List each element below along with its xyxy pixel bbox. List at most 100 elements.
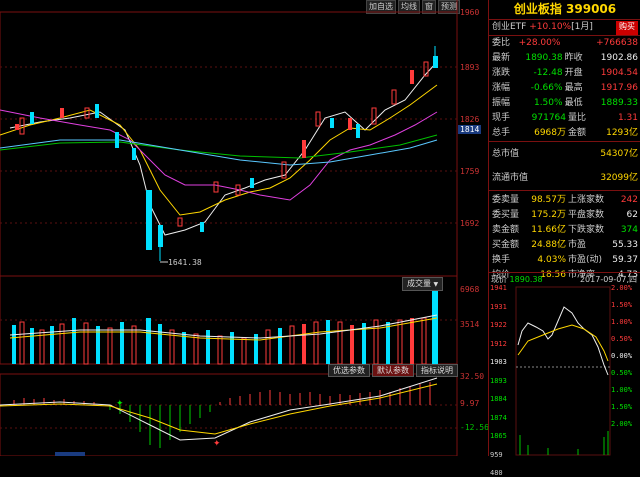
quote-label xyxy=(562,36,596,51)
candle xyxy=(410,70,414,84)
quote-label: 量比 xyxy=(568,113,587,123)
market-label: 委买量 xyxy=(492,210,520,220)
tab-optimal-params[interactable]: 优选参数 xyxy=(328,364,370,377)
market-row: 卖金额 11.66亿 下跌家数 374 xyxy=(489,223,640,238)
candle xyxy=(177,217,183,227)
candle xyxy=(115,132,119,148)
quote-label: 涨跌 xyxy=(492,68,511,78)
quote-label: 委比 xyxy=(492,38,511,48)
candle xyxy=(60,108,64,118)
ma10-line xyxy=(0,84,438,216)
intraday-axis-label: 1865 xyxy=(490,432,507,440)
tab-indicator-help[interactable]: 指标说明 xyxy=(416,364,458,377)
macd-cross-icon: ✦ xyxy=(116,399,124,409)
etf-change: +10.10% xyxy=(529,22,572,32)
candle xyxy=(356,124,360,138)
intraday-axis-label: 1884 xyxy=(490,395,507,403)
candle xyxy=(250,178,254,188)
macd-axis-label: -12.56 xyxy=(460,423,489,432)
quote-row: 振幅 1.50% 最低 1889.33 xyxy=(489,96,640,111)
candle xyxy=(15,124,19,130)
kline-axis-label: 1893 xyxy=(460,63,480,72)
quote-label: 最新 xyxy=(492,53,511,63)
volume-axis-label: 6968 xyxy=(460,285,480,294)
intraday-axis-label: 1922 xyxy=(490,321,507,329)
quote-row: 现手 971764 量比 1.31 xyxy=(489,111,640,126)
low-annotation: 1641.38 xyxy=(168,258,202,267)
quote-value: 1.31 xyxy=(617,113,638,123)
market-label: 买金额 xyxy=(492,240,520,250)
quote-row: 委比 +28.00% +766638 xyxy=(489,36,640,51)
macd-panel-frame xyxy=(0,373,458,456)
volume-axis-label: 3514 xyxy=(460,320,480,329)
quote-value: +766638 xyxy=(596,38,638,48)
dea-line xyxy=(0,383,438,435)
quote-value: 1917.96 xyxy=(600,83,639,93)
ma30-line xyxy=(0,139,438,166)
quote-value: 971764 xyxy=(531,113,566,123)
total-mv-value: 54307亿 xyxy=(600,149,638,159)
market-label: 卖金额 xyxy=(492,225,520,235)
tab-default-params[interactable]: 默认参数 xyxy=(372,364,414,377)
market-value: 55.33 xyxy=(612,240,638,250)
intraday-axis-label: 1.00% xyxy=(611,386,633,394)
kline-panel-frame xyxy=(0,11,458,277)
quote-row: 总手 6968万 金额 1293亿 xyxy=(489,126,640,141)
quote-value: +28.00% xyxy=(518,38,561,48)
quote-value: 1293亿 xyxy=(606,128,638,138)
intraday-axis-label: 959 xyxy=(490,450,503,459)
market-value: 24.88亿 xyxy=(531,240,566,250)
candle xyxy=(158,225,163,247)
quote-label: 最高 xyxy=(564,83,583,93)
candle xyxy=(348,118,352,130)
chevron-down-icon: ▼ xyxy=(433,281,439,288)
candle xyxy=(213,181,219,193)
candle xyxy=(200,222,204,232)
buy-button[interactable]: 购买 xyxy=(616,21,638,35)
etf-label: 创业ETF xyxy=(492,22,527,32)
float-mv-label: 流通市值 xyxy=(492,173,529,183)
intraday-axis-label: 1903 xyxy=(490,358,507,366)
intraday-axis-label: 1893 xyxy=(490,376,507,385)
macd-histogram xyxy=(13,382,431,448)
market-value: 175.2万 xyxy=(531,210,566,220)
intraday-chart[interactable]: 现价 1890.38 2017-09-07,四 1941 1931 1922 1912… xyxy=(488,272,640,477)
intraday-avg-line xyxy=(517,324,609,362)
market-value: 374 xyxy=(620,225,638,235)
kline-chart[interactable]: 1641.38 ✦ ✦ xyxy=(0,0,486,456)
volume-tab-label: 成交量 xyxy=(407,279,431,288)
intraday-axis-label: 1941 xyxy=(490,284,507,292)
quote-value: 1.50% xyxy=(533,98,563,108)
volume-bars xyxy=(12,288,438,365)
market-label: 市盈(动) xyxy=(568,255,603,265)
intraday-axis-label: 1.00% xyxy=(611,318,633,326)
quote-value: 1902.86 xyxy=(600,53,639,63)
market-label: 市盈 xyxy=(568,240,587,250)
indicator-tabs: 优选参数 默认参数 指标说明 xyxy=(328,364,458,377)
intraday-axis-label: 1.50% xyxy=(611,403,633,411)
market-row: 委买量 175.2万 平盘家数 62 xyxy=(489,208,640,223)
quote-value: -12.48 xyxy=(533,68,563,78)
intraday-price-line xyxy=(517,306,609,376)
market-label: 平盘家数 xyxy=(568,210,605,220)
market-value: 98.57万 xyxy=(531,195,566,205)
intraday-axis-label: 1931 xyxy=(490,302,507,311)
intraday-axis-label: 0.00% xyxy=(611,352,633,360)
quote-row: 最新 1890.38 昨收 1902.86 xyxy=(489,51,640,66)
market-label: 上涨家数 xyxy=(568,195,605,205)
market-value: 59.37 xyxy=(612,255,638,265)
intraday-axis-label: 0.50% xyxy=(611,335,633,343)
quote-label: 总手 xyxy=(492,128,511,138)
macd-cross-icon: ✦ xyxy=(213,439,221,449)
market-row: 买金额 24.88亿 市盈 55.33 xyxy=(489,238,640,253)
volume-tab[interactable]: 成交量 ▼ xyxy=(402,277,444,291)
candle xyxy=(330,118,334,128)
index-title: 创业板指 399006 xyxy=(489,0,640,20)
kline-candles xyxy=(15,46,438,261)
float-mv-row: 流通市值 32099亿 xyxy=(489,166,640,190)
intraday-axis-label: 1.50% xyxy=(611,301,633,309)
market-value: 11.66亿 xyxy=(531,225,566,235)
market-label: 委卖量 xyxy=(492,195,520,205)
quote-label: 昨收 xyxy=(564,53,583,63)
quote-label: 涨幅 xyxy=(492,83,511,93)
